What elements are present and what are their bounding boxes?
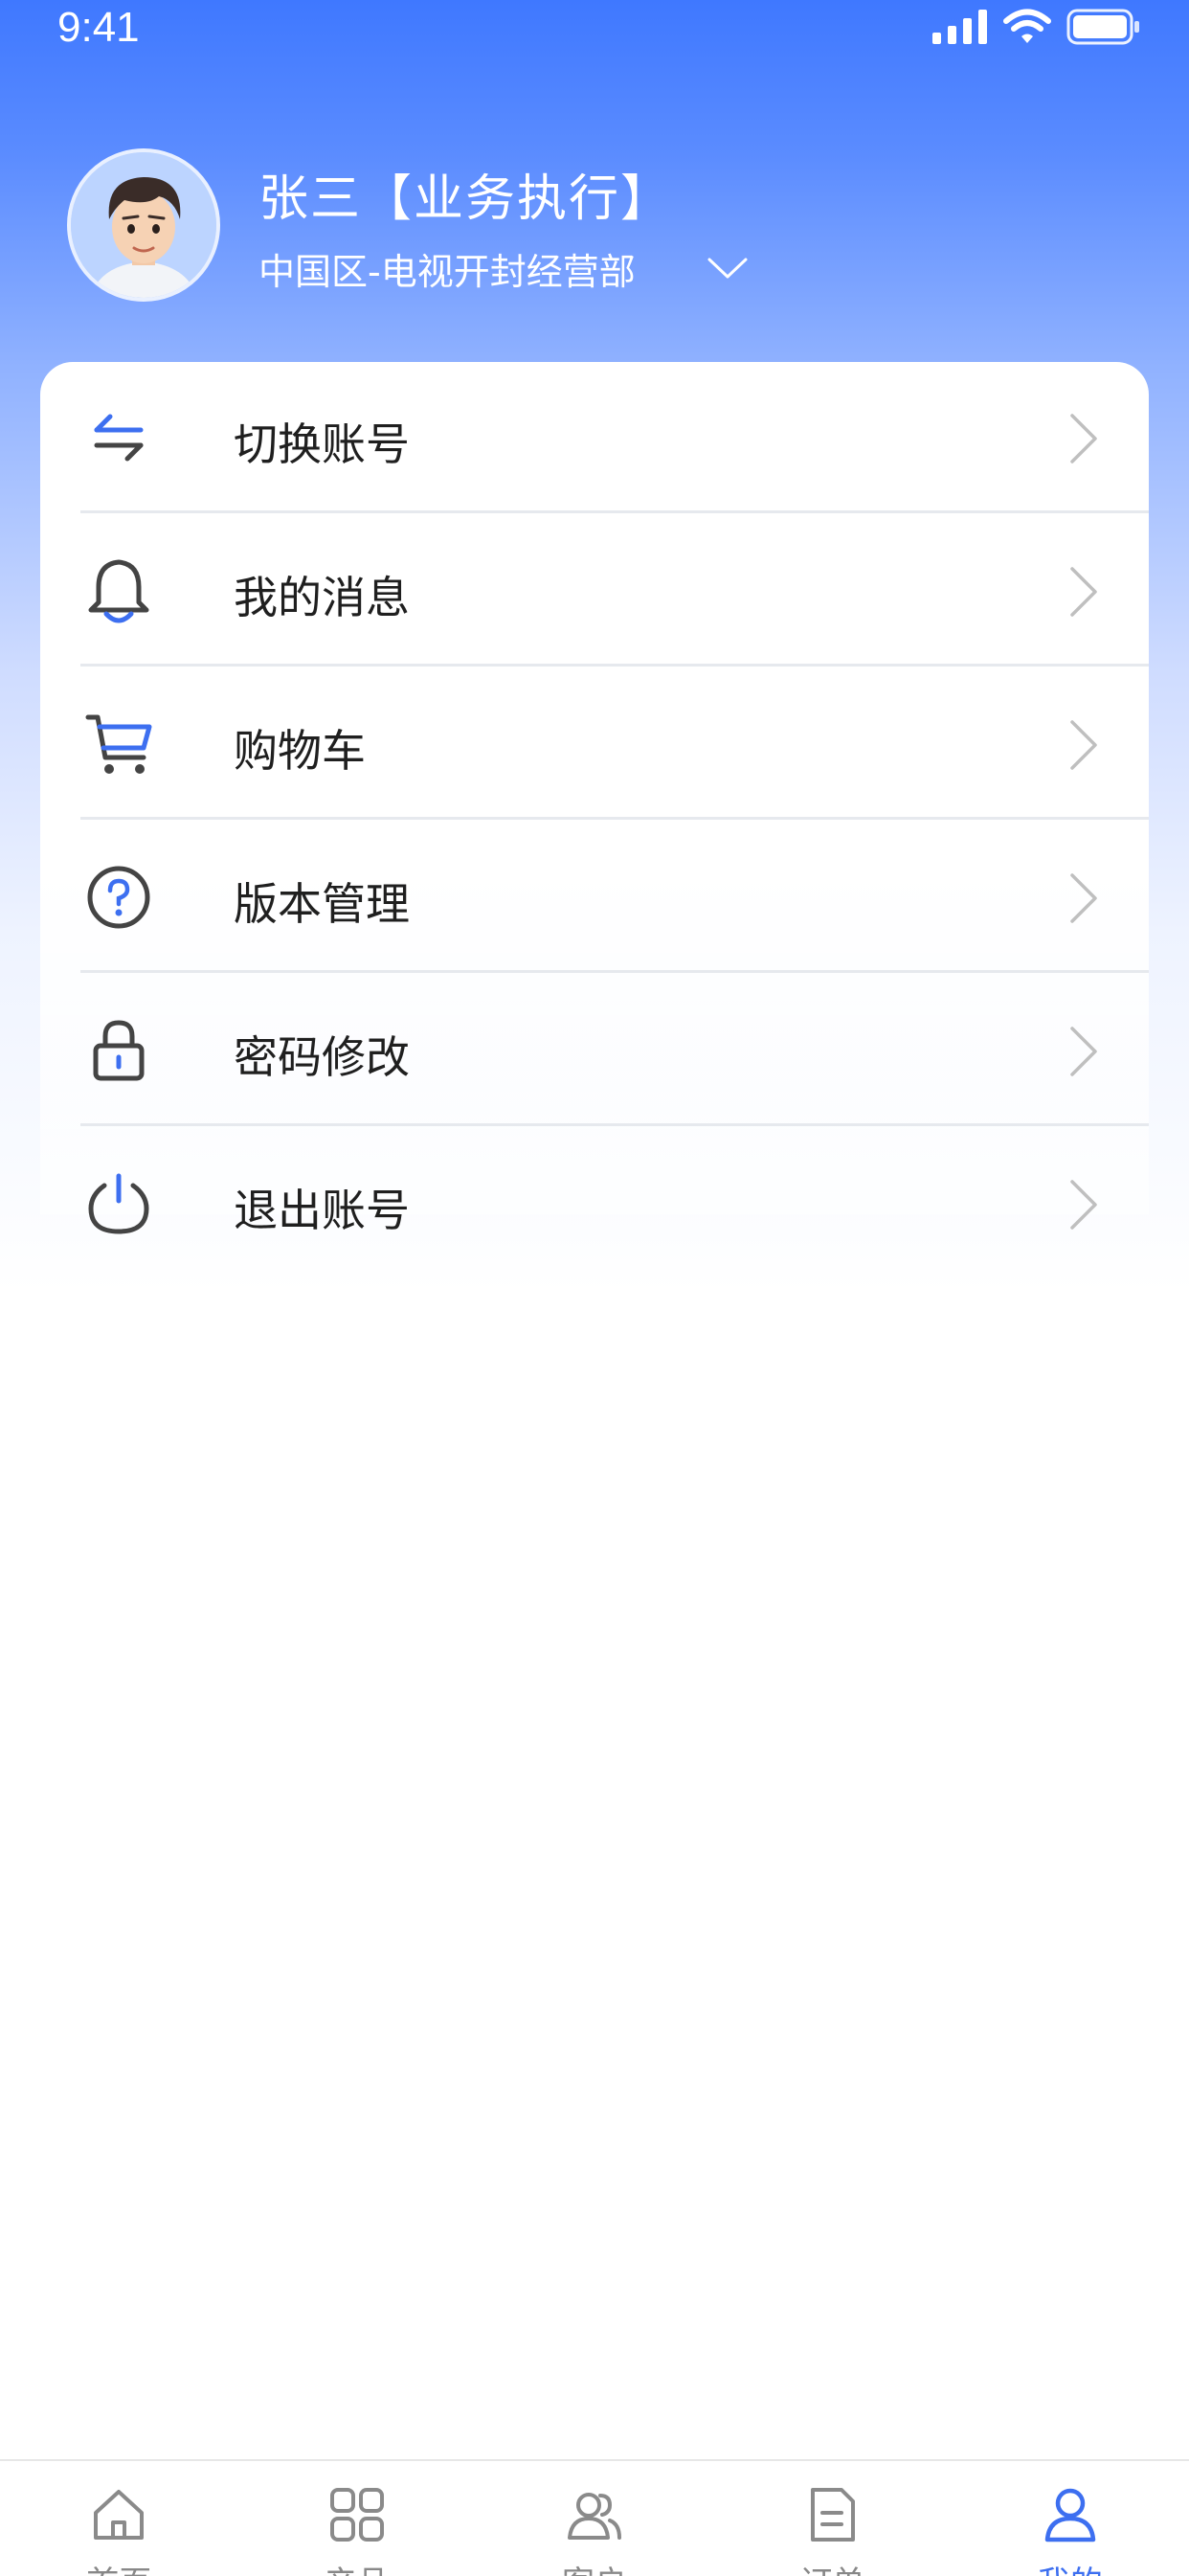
status-icons: [932, 6, 1141, 48]
tab-label-customers: 客户: [476, 2557, 713, 2576]
users-icon: [568, 2493, 622, 2540]
chevron-right-icon: [1070, 414, 1097, 463]
chevron-down-icon: [707, 258, 748, 279]
menu-label-my-messages: 我的消息: [234, 572, 410, 623]
tab-products[interactable]: 产品: [237, 2461, 475, 2576]
menu-label-cart: 购物车: [234, 725, 366, 777]
menu-label-version-management: 版本管理: [234, 878, 410, 930]
battery-icon: [1066, 9, 1139, 45]
chevron-right-icon: [1070, 1180, 1097, 1230]
chevron-right-icon: [1070, 1027, 1097, 1076]
menu-item-logout[interactable]: 退出账号: [80, 1128, 1149, 1279]
bottom-tab-bar: 首页 产品 客户 订单 我的: [0, 2459, 1189, 2576]
divider: [80, 970, 1149, 973]
avatar-illustration: [71, 152, 216, 298]
grid-icon: [329, 2488, 384, 2542]
profile-header: 张三【业务执行】 中国区-电视开封经营部: [67, 148, 1120, 306]
cart-icon: [80, 706, 157, 782]
status-time: 9:41: [57, 4, 140, 51]
document-icon: [811, 2488, 856, 2542]
power-icon: [80, 1165, 157, 1242]
menu-label-change-password: 密码修改: [234, 1031, 410, 1083]
bell-icon: [80, 553, 157, 629]
wifi-icon: [1003, 9, 1051, 43]
lock-icon: [80, 1012, 157, 1089]
divider: [80, 664, 1149, 667]
user-icon: [1044, 2488, 1096, 2542]
home-icon: [94, 2490, 145, 2540]
tab-customers[interactable]: 客户: [476, 2461, 713, 2576]
menu-item-change-password[interactable]: 密码修改: [80, 975, 1149, 1126]
menu-item-my-messages[interactable]: 我的消息: [80, 515, 1149, 667]
divider: [80, 510, 1149, 513]
user-name: 张三【业务执行】: [258, 170, 673, 228]
user-department: 中国区-电视开封经营部: [258, 251, 636, 293]
menu-item-version-management[interactable]: 版本管理: [80, 822, 1149, 973]
menu-item-cart[interactable]: 购物车: [80, 668, 1149, 820]
divider: [80, 1123, 1149, 1126]
chevron-right-icon: [1070, 720, 1097, 770]
divider: [80, 817, 1149, 820]
tab-label-home: 首页: [0, 2557, 237, 2576]
department-dropdown-toggle[interactable]: [699, 244, 756, 292]
tab-label-products: 产品: [237, 2557, 475, 2576]
tab-home[interactable]: 首页: [0, 2461, 237, 2576]
signal-icon: [932, 10, 987, 44]
settings-menu-card: 切换账号 我的消息 购物车 版本管理 密码修改 退出账号: [40, 362, 1149, 1236]
menu-item-switch-account[interactable]: 切换账号: [80, 362, 1149, 513]
swap-arrows-icon: [80, 399, 157, 476]
tab-mine[interactable]: 我的: [952, 2461, 1189, 2576]
tab-label-orders: 订单: [713, 2557, 951, 2576]
menu-label-switch-account: 切换账号: [234, 418, 410, 470]
chevron-right-icon: [1070, 873, 1097, 923]
chevron-right-icon: [1070, 567, 1097, 617]
status-bar: 9:41: [0, 0, 1189, 57]
avatar[interactable]: [67, 148, 220, 302]
menu-label-logout: 退出账号: [234, 1185, 410, 1236]
help-circle-icon: [80, 859, 157, 936]
tab-orders[interactable]: 订单: [713, 2461, 951, 2576]
tab-label-mine: 我的: [952, 2557, 1189, 2576]
